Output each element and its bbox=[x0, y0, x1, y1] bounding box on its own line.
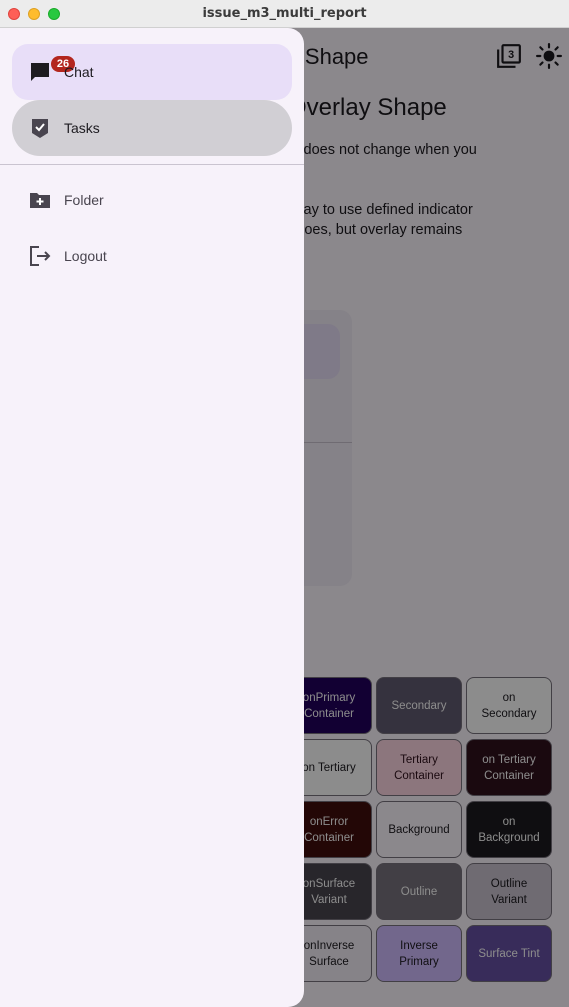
close-window-button[interactable] bbox=[8, 8, 20, 20]
drawer-item-label: Folder bbox=[64, 192, 104, 208]
window-titlebar: issue_m3_multi_report bbox=[0, 0, 569, 28]
minimize-window-button[interactable] bbox=[28, 8, 40, 20]
maximize-window-button[interactable] bbox=[48, 8, 60, 20]
drawer-item-label: Tasks bbox=[64, 120, 100, 136]
tasks-icon bbox=[32, 119, 48, 138]
window-controls bbox=[8, 8, 60, 20]
create-folder-icon bbox=[30, 193, 50, 208]
window-title: issue_m3_multi_report bbox=[202, 6, 367, 21]
drawer-item-folder[interactable]: Folder bbox=[12, 172, 292, 228]
drawer-item-label: Chat bbox=[64, 64, 94, 80]
drawer-item-label: Logout bbox=[64, 248, 107, 264]
drawer-item-tasks[interactable]: Tasks bbox=[12, 100, 292, 156]
navigation-drawer: 26 Chat Tasks Folder Logout bbox=[0, 28, 304, 1007]
drawer-item-logout[interactable]: Logout bbox=[12, 228, 292, 284]
drawer-divider bbox=[0, 164, 304, 165]
drawer-item-chat[interactable]: 26 Chat bbox=[12, 44, 292, 100]
logout-icon bbox=[30, 246, 51, 266]
chat-icon bbox=[31, 63, 49, 81]
